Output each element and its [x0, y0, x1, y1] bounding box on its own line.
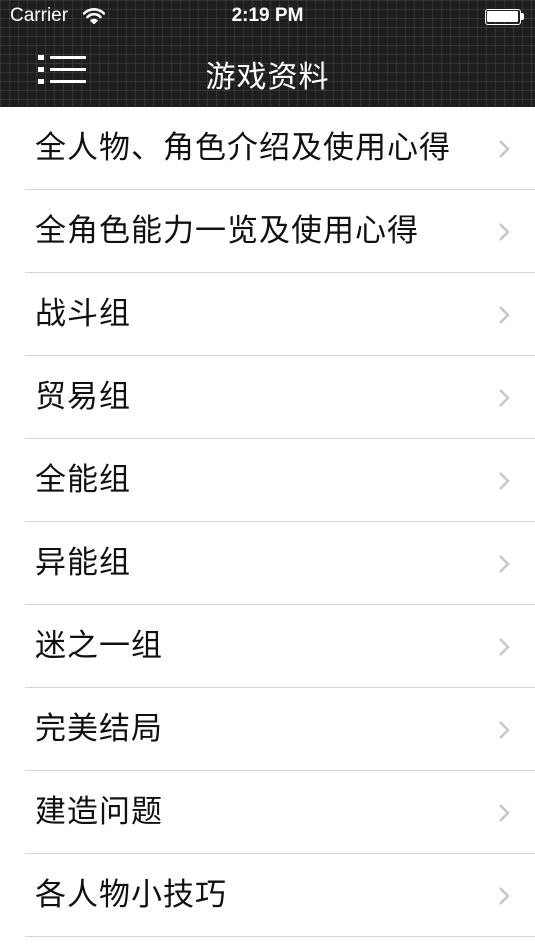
list-item[interactable]: 战斗组	[0, 273, 535, 356]
chevron-right-icon	[499, 389, 510, 407]
chevron-right-icon	[499, 223, 510, 241]
list-item[interactable]: 完美结局	[0, 688, 535, 771]
list-item[interactable]: 贸易组	[0, 356, 535, 439]
list-item[interactable]: 迷之一组	[0, 605, 535, 688]
chevron-right-icon	[499, 721, 510, 739]
chevron-right-icon	[499, 887, 510, 905]
chevron-right-icon	[499, 306, 510, 324]
status-time: 2:19 PM	[231, 5, 304, 26]
list-item-label: 全角色能力一览及使用心得	[35, 213, 419, 249]
list-item-label: 异能组	[35, 545, 131, 581]
list-item-label: 贸易组	[35, 379, 131, 415]
app-header: Carrier 2:19 PM 游戏资料	[0, 0, 535, 107]
content-list: 全人物、角色介绍及使用心得 全角色能力一览及使用心得 战斗组 贸易组 全能组 异…	[0, 107, 535, 937]
page-title: 游戏资料	[205, 60, 330, 95]
chevron-right-icon	[499, 472, 510, 490]
chevron-right-icon	[499, 638, 510, 656]
list-item[interactable]: 各人物小技巧	[0, 854, 535, 937]
list-item-label: 完美结局	[35, 711, 163, 747]
chevron-right-icon	[499, 140, 510, 158]
status-bar: Carrier 2:19 PM	[0, 0, 535, 36]
list-item-label: 各人物小技巧	[35, 877, 227, 913]
battery-icon	[485, 9, 525, 25]
list-item[interactable]: 全能组	[0, 439, 535, 522]
list-item-label: 建造问题	[35, 794, 163, 830]
list-item[interactable]: 建造问题	[0, 771, 535, 854]
list-item[interactable]: 异能组	[0, 522, 535, 605]
chevron-right-icon	[499, 555, 510, 573]
list-item-label: 迷之一组	[35, 628, 163, 664]
list-item[interactable]: 全角色能力一览及使用心得	[0, 190, 535, 273]
list-item-label: 全人物、角色介绍及使用心得	[35, 130, 451, 166]
list-item-label: 全能组	[35, 462, 131, 498]
chevron-right-icon	[499, 804, 510, 822]
list-item-label: 战斗组	[35, 296, 131, 332]
navigation-bar: 游戏资料	[0, 36, 535, 107]
list-item[interactable]: 全人物、角色介绍及使用心得	[0, 107, 535, 190]
